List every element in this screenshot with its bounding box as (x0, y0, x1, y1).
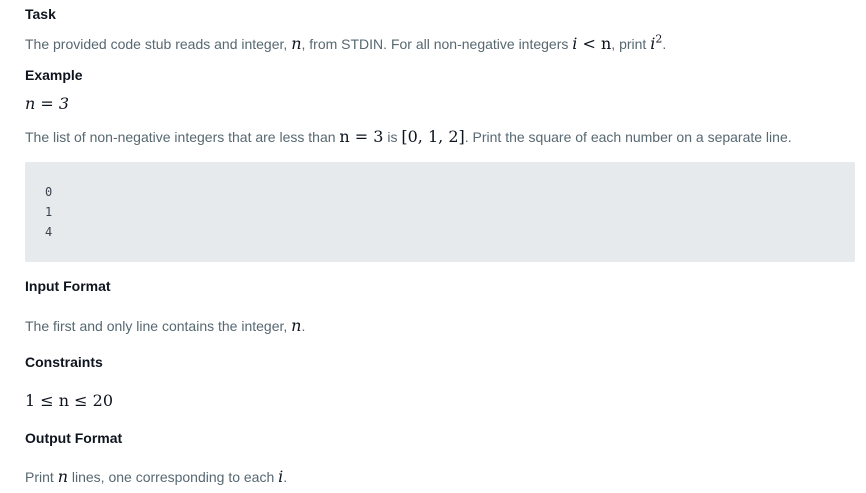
output-format-heading: Output Format (25, 430, 123, 446)
example-text-prefix: The list of non-negative integers that a… (25, 129, 336, 145)
task-text-middle: , from STDIN. For all non-negative integ… (301, 36, 569, 52)
input-format-heading: Input Format (25, 278, 111, 294)
task-text-suffix: , print (611, 36, 647, 52)
math-var-n: n (291, 34, 302, 53)
task-description: The provided code stub reads and integer… (25, 32, 667, 53)
example-assignment: n = 3 (25, 94, 70, 113)
math-var-n: n (291, 316, 302, 335)
math-i-squared: i2 (650, 32, 663, 53)
example-heading: Example (25, 67, 83, 83)
code-line: 0 (45, 185, 53, 199)
code-line: 4 (45, 225, 53, 239)
code-line: 1 (45, 205, 53, 219)
constraints-expression: 1 ≤ n ≤ 20 (25, 391, 113, 410)
example-text-is: is (387, 129, 398, 145)
example-description: The list of non-negative integers that a… (25, 127, 792, 146)
math-inequality: i < n (572, 34, 612, 53)
math-var-n: n (57, 467, 68, 486)
task-heading: Task (25, 6, 56, 22)
sample-output-block: 0 1 4 (25, 162, 855, 262)
constraints-heading: Constraints (25, 354, 103, 370)
task-text-prefix: The provided code stub reads and integer… (25, 36, 288, 52)
math-list: [0, 1, 2] (401, 127, 465, 146)
output-format-description: Print n lines, one corresponding to each… (25, 467, 288, 486)
math-n-equals-3: n = 3 (339, 127, 384, 146)
example-text-suffix: . Print the square of each number on a s… (464, 129, 792, 145)
input-format-description: The first and only line contains the int… (25, 316, 306, 335)
